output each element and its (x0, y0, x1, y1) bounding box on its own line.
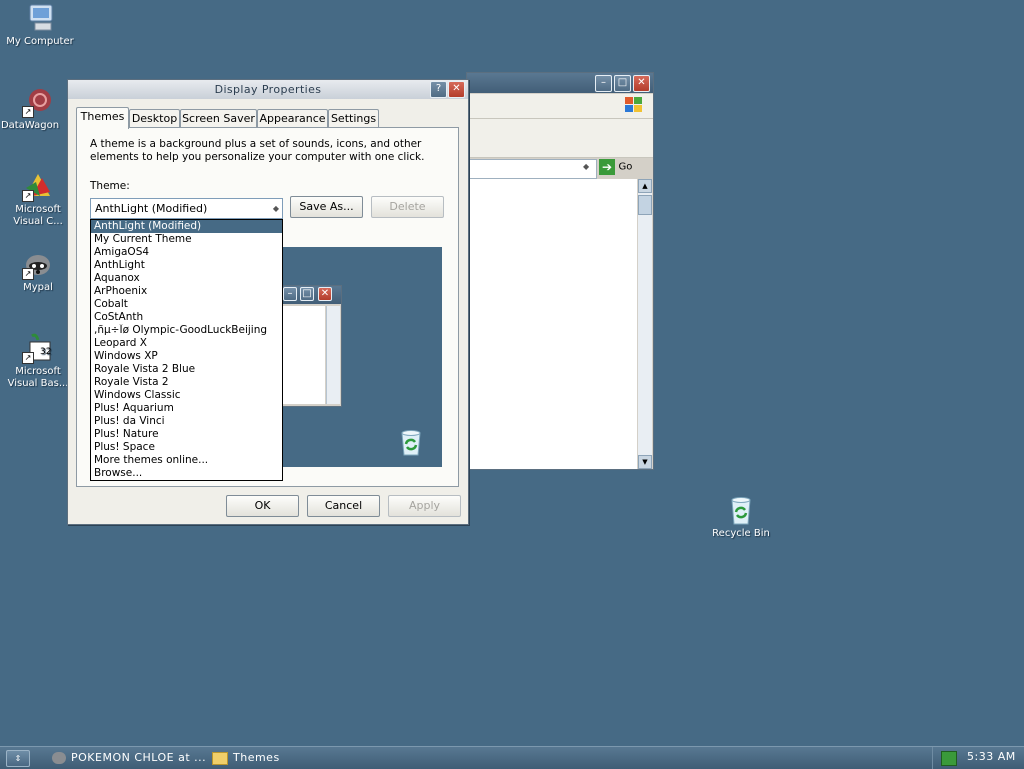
toolbar (467, 119, 653, 158)
theme-preview: – □ ✕ (280, 247, 442, 467)
close-button[interactable]: ✕ (448, 81, 465, 98)
start-button[interactable]: ⇕ (6, 750, 30, 767)
desktop-icon-mypal[interactable]: ↗ Mypal (0, 248, 76, 294)
desktop-icon-visual-c[interactable]: ↗ Microsoft Visual C... (0, 170, 76, 228)
taskbar-item-label: POKEMON CHLOE at ... (71, 751, 207, 764)
theme-option[interactable]: Browse... (91, 467, 282, 480)
theme-option[interactable]: Plus! Nature (91, 428, 282, 441)
tab-themes[interactable]: Themes (76, 107, 129, 129)
desktop-icon-datawagon[interactable]: ↗ DataWagon (0, 86, 76, 132)
preview-recycle-bin-icon (396, 427, 426, 460)
theme-description: A theme is a background plus a set of so… (90, 138, 425, 163)
theme-option[interactable]: AnthLight (Modified) (91, 220, 282, 233)
address-bar[interactable] (467, 159, 597, 179)
theme-option[interactable]: AmigaOS4 (91, 246, 282, 259)
theme-option[interactable]: AnthLight (91, 259, 282, 272)
desktop-icon-label: My Computer (6, 36, 74, 47)
delete-button[interactable]: Delete (371, 196, 444, 218)
dialog-title[interactable]: Display Properties (68, 80, 468, 99)
theme-option[interactable]: ArPhoenix (91, 285, 282, 298)
folder-icon (212, 751, 228, 765)
theme-option[interactable]: Royale Vista 2 (91, 376, 282, 389)
apply-button[interactable]: Apply (388, 495, 461, 517)
theme-option[interactable]: ,ñµ÷Îø Olympic-GoodLuckBeijing (91, 324, 282, 337)
theme-dropdown-list[interactable]: AnthLight (Modified) My Current Theme Amig… (90, 219, 283, 481)
taskbar-item-pokemon[interactable]: POKEMON CHLOE at ... (52, 749, 206, 767)
desktop-icon-recycle-bin[interactable]: Recycle Bin (703, 494, 779, 540)
preview-minimize-icon: – (283, 287, 297, 301)
network-icon[interactable] (941, 751, 957, 766)
theme-option[interactable]: Plus! Aquarium (91, 402, 282, 415)
svg-text:32: 32 (40, 347, 51, 357)
system-tray: 5:33 AM (932, 747, 1024, 769)
theme-option[interactable]: CoStAnth (91, 311, 282, 324)
theme-option[interactable]: Aquanox (91, 272, 282, 285)
theme-option[interactable]: Windows Classic (91, 389, 282, 402)
preview-window: – □ ✕ (280, 285, 342, 407)
maximize-button[interactable]: □ (614, 75, 631, 92)
tab-settings[interactable]: Settings (328, 109, 379, 128)
clock[interactable]: 5:33 AM (967, 750, 1016, 763)
preview-close-icon: ✕ (318, 287, 332, 301)
theme-label: Theme: (90, 180, 130, 192)
tab-appearance[interactable]: Appearance (257, 109, 328, 128)
tab-screen-saver[interactable]: Screen Saver (180, 109, 257, 128)
theme-option[interactable]: My Current Theme (91, 233, 282, 246)
start-icon: ⇕ (14, 754, 22, 763)
tab-desktop[interactable]: Desktop (129, 109, 180, 128)
visual-basic-icon: 32 ↗ (22, 332, 54, 364)
desktop-icon-my-computer[interactable]: My Computer (2, 2, 78, 48)
dropdown-arrow-icon[interactable]: ◆ (273, 199, 279, 218)
save-as-button[interactable]: Save As... (290, 196, 363, 218)
taskbar-item-label: Themes (233, 751, 280, 764)
preview-scrollbar (326, 306, 340, 404)
theme-option[interactable]: Leopard X (91, 337, 282, 350)
close-button[interactable]: ✕ (633, 75, 650, 92)
theme-select[interactable]: AnthLight (Modified) ◆ (90, 198, 283, 219)
windows-logo-icon (623, 95, 645, 115)
recycle-bin-icon (725, 494, 757, 526)
go-arrow-icon: ➔ (599, 159, 615, 175)
minimize-button[interactable]: – (595, 75, 612, 92)
taskbar: ⇕ POKEMON CHLOE at ... Themes 5:33 AM (0, 746, 1024, 769)
computer-icon (24, 2, 56, 34)
desktop-icon-label: Microsoft Visual C... (13, 204, 63, 227)
taskbar-item-themes[interactable]: Themes (212, 749, 332, 767)
raccoon-icon (52, 752, 66, 764)
go-button[interactable]: ➔ Go (599, 159, 649, 177)
preview-content (281, 306, 325, 404)
ok-button[interactable]: OK (226, 495, 299, 517)
theme-select-value: AnthLight (Modified) (95, 202, 208, 215)
theme-option[interactable]: Windows XP (91, 350, 282, 363)
theme-option[interactable]: Cobalt (91, 298, 282, 311)
go-label: Go (618, 161, 633, 173)
raccoon-icon: ↗ (22, 248, 54, 280)
desktop-icon-label: Mypal (23, 282, 53, 293)
content-area (467, 179, 637, 469)
desktop-icon-label: Recycle Bin (712, 528, 770, 539)
shortcut-arrow-icon: ↗ (22, 352, 34, 364)
desktop-icon-label: Microsoft Visual Bas... (7, 366, 69, 389)
theme-option[interactable]: Royale Vista 2 Blue (91, 363, 282, 376)
preview-maximize-icon: □ (300, 287, 314, 301)
shortcut-arrow-icon: ↗ (22, 268, 34, 280)
display-properties-dialog[interactable]: Display Properties ? ✕ Themes Desktop Sc… (67, 79, 469, 525)
desktop-icon-visual-basic[interactable]: 32 ↗ Microsoft Visual Bas... (0, 332, 76, 390)
visual-c-icon: ↗ (22, 170, 54, 202)
scroll-down-button[interactable]: ▼ (638, 455, 652, 469)
scroll-up-button[interactable]: ▲ (638, 179, 652, 193)
help-button[interactable]: ? (430, 81, 447, 98)
shortcut-arrow-icon: ↗ (22, 190, 34, 202)
theme-option[interactable]: More themes online... (91, 454, 282, 467)
theme-option[interactable]: Plus! Space (91, 441, 282, 454)
shortcut-arrow-icon: ↗ (22, 106, 34, 118)
desktop-icon-label: DataWagon (0, 120, 60, 131)
cancel-button[interactable]: Cancel (307, 495, 380, 517)
theme-option[interactable]: Plus! da Vinci (91, 415, 282, 428)
scroll-thumb[interactable] (638, 195, 652, 215)
vertical-scrollbar[interactable]: ▲ ▼ (638, 179, 652, 469)
address-dropdown-icon[interactable]: ◆ (583, 162, 589, 171)
background-window[interactable]: – □ ✕ ◆ ➔ Go ▲ ▼ (466, 72, 654, 470)
datawagon-icon: ↗ (22, 86, 54, 118)
